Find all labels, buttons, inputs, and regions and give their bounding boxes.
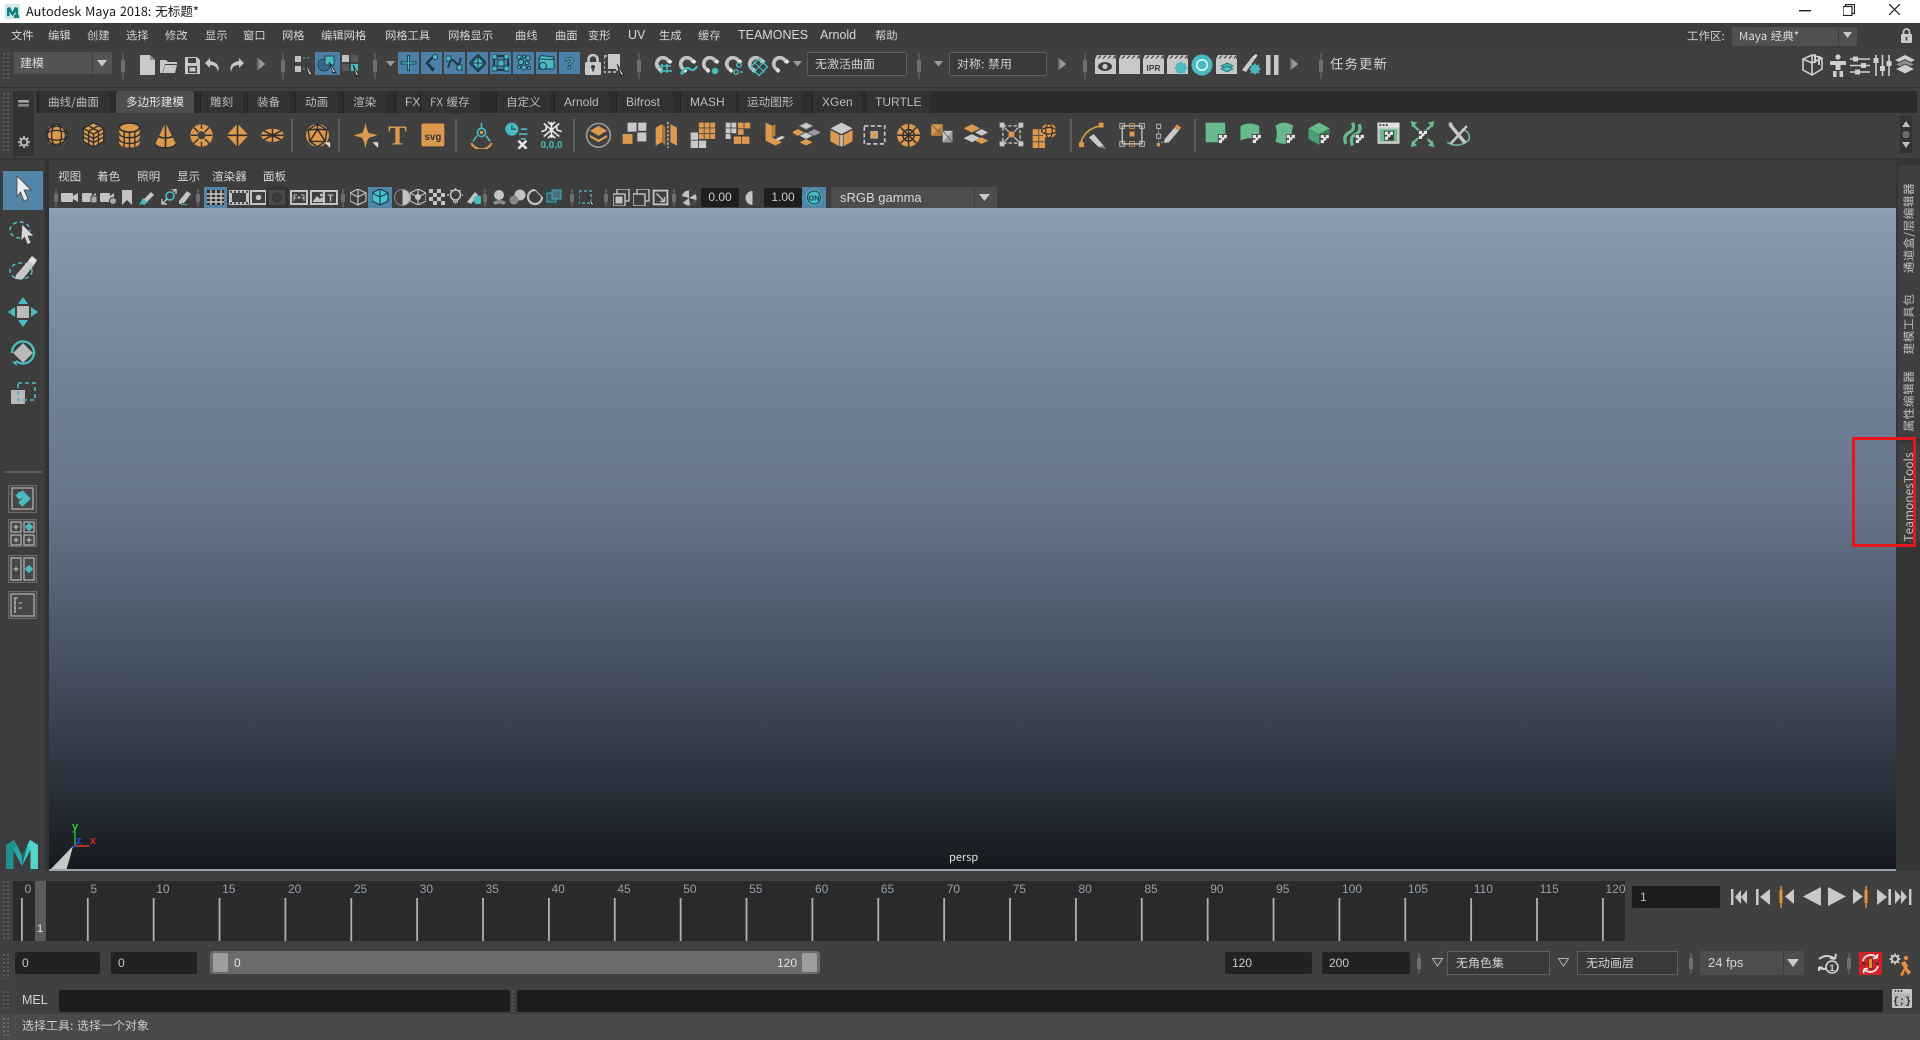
svg-text:T: T	[327, 194, 333, 205]
svg-text:110: 110	[1474, 882, 1493, 896]
svg-text:60: 60	[815, 882, 829, 896]
svg-text:ON: ON	[808, 194, 819, 203]
svg-text:5: 5	[90, 882, 97, 896]
svg-text:25: 25	[354, 882, 368, 896]
svg-text:IPR: IPR	[1146, 63, 1160, 73]
svg-text:50: 50	[683, 882, 697, 896]
svg-text:T: T	[388, 121, 407, 150]
svg-text:{;}: {;}	[1893, 996, 1911, 1008]
svg-text:105: 105	[1408, 882, 1428, 896]
svg-text:45: 45	[617, 882, 631, 896]
svg-text:75: 75	[1013, 882, 1027, 896]
svg-text:95: 95	[1276, 882, 1290, 896]
svg-text:35: 35	[486, 882, 500, 896]
svg-text:55: 55	[749, 882, 763, 896]
svg-text:90: 90	[1210, 882, 1224, 896]
svg-text:120: 120	[1606, 882, 1626, 896]
svg-text:0,0,0: 0,0,0	[541, 140, 563, 150]
svg-text:y: y	[72, 821, 79, 833]
svg-text:115: 115	[1540, 882, 1559, 896]
svg-text:?: ?	[564, 54, 574, 72]
svg-text:85: 85	[1144, 882, 1158, 896]
svg-text:15: 15	[222, 882, 236, 896]
svg-text:20: 20	[288, 882, 302, 896]
svg-text:x: x	[90, 835, 97, 847]
svg-text:70: 70	[947, 882, 961, 896]
svg-text:100: 100	[1342, 882, 1362, 896]
svg-text:0: 0	[25, 882, 32, 896]
svg-text:svg: svg	[424, 131, 441, 142]
svg-text:65: 65	[881, 882, 895, 896]
svg-text:80: 80	[1079, 882, 1093, 896]
svg-text:40: 40	[552, 882, 566, 896]
svg-text:1: 1	[1829, 963, 1834, 973]
svg-text:z: z	[76, 835, 82, 847]
svg-text:10: 10	[156, 882, 170, 896]
svg-text:30: 30	[420, 882, 434, 896]
